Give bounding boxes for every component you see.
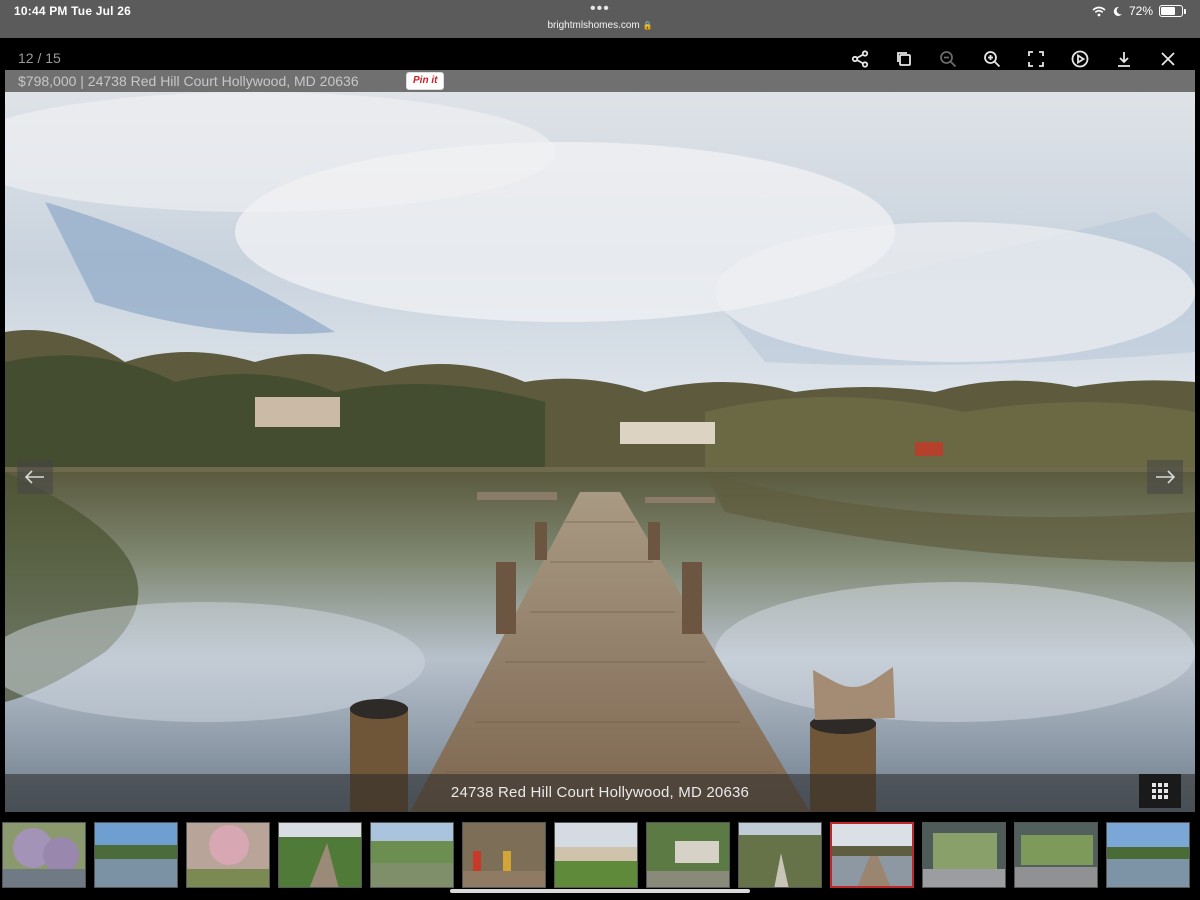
thumbnail-image [3,823,85,887]
battery-icon [1159,5,1183,17]
share-icon [851,50,869,68]
fullscreen-button[interactable] [1014,48,1058,70]
thumbnail-image [739,823,821,887]
thumbnail-image [923,823,1005,887]
url-label[interactable]: brightmlshomes.com 🔒 [0,20,1200,31]
copy-icon [897,52,911,66]
pin-it-button[interactable]: Pin it [406,72,445,90]
grid-icon [1152,783,1168,799]
battery-tip [1184,8,1186,14]
thumbnail-1[interactable] [2,822,86,888]
status-time: 10:44 PM Tue Jul 26 [14,4,131,18]
thumbnail-13[interactable] [1106,822,1190,888]
thumbnail-5[interactable] [370,822,454,888]
thumbnail-strip [0,818,1200,894]
close-button[interactable] [1146,48,1190,70]
thumbnail-9[interactable] [738,822,822,888]
arrow-right-icon [1156,470,1175,484]
url-text[interactable]: brightmlshomes.com [547,20,639,31]
arrow-left-icon [25,470,44,484]
thumbnail-2[interactable] [94,822,178,888]
moon-icon [1113,6,1122,16]
thumbnail-image [95,823,177,887]
thumbnail-grid-button[interactable] [1139,774,1181,808]
caption-strip: $798,000 | 24738 Red Hill Court Hollywoo… [5,70,1195,92]
thumbnail-7[interactable] [554,822,638,888]
zoom-in-button[interactable] [970,48,1014,70]
multitask-dots[interactable]: ••• [590,0,610,18]
thumbnail-image [1107,823,1189,887]
thumbnail-10[interactable] [830,822,914,888]
battery-percent: 72% [1128,4,1153,18]
copy-button[interactable] [882,48,926,70]
gallery-toolbar [838,48,1190,70]
wifi-icon [1092,6,1106,16]
thumbnail-image [463,823,545,887]
zoom-out-button[interactable] [926,48,970,70]
thumbnail-12[interactable] [1014,822,1098,888]
lock-icon: 🔒 [642,21,653,30]
home-indicator[interactable] [450,889,750,893]
previous-image-button[interactable] [17,460,53,494]
dock-lake-photo [5,92,1195,812]
thumbnail-image [187,823,269,887]
zoom-out-icon [940,51,957,68]
thumbnail-image [279,823,361,887]
thumbnail-6[interactable] [462,822,546,888]
thumbnail-image [371,823,453,887]
zoom-in-icon [984,51,1001,68]
thumbnail-image [832,824,912,886]
thumbnail-4[interactable] [278,822,362,888]
share-button[interactable] [838,48,882,70]
download-icon [1118,52,1130,67]
photo-caption-bar: 24738 Red Hill Court Hollywood, MD 20636 [5,774,1195,812]
thumbnail-image [647,823,729,887]
slideshow-play-button[interactable] [1058,48,1102,70]
thumbnail-8[interactable] [646,822,730,888]
ios-status-bar: 10:44 PM Tue Jul 26 ••• brightmlshomes.c… [0,0,1200,38]
play-icon [1071,50,1089,68]
next-image-button[interactable] [1147,460,1183,494]
main-photo[interactable]: 24738 Red Hill Court Hollywood, MD 20636 [5,92,1195,812]
thumbnail-11[interactable] [922,822,1006,888]
thumbnail-image [1015,823,1097,887]
image-counter: 12 / 15 [18,50,61,66]
thumbnail-image [555,823,637,887]
status-right: 72% [1092,4,1186,18]
thumbnail-3[interactable] [186,822,270,888]
close-icon [1161,52,1175,66]
listing-caption: $798,000 | 24738 Red Hill Court Hollywoo… [18,73,359,89]
download-button[interactable] [1102,48,1146,70]
photo-caption: 24738 Red Hill Court Hollywood, MD 20636 [450,784,750,801]
fullscreen-icon [1028,51,1044,67]
gallery-top-bar: 12 / 15 [0,38,1200,70]
